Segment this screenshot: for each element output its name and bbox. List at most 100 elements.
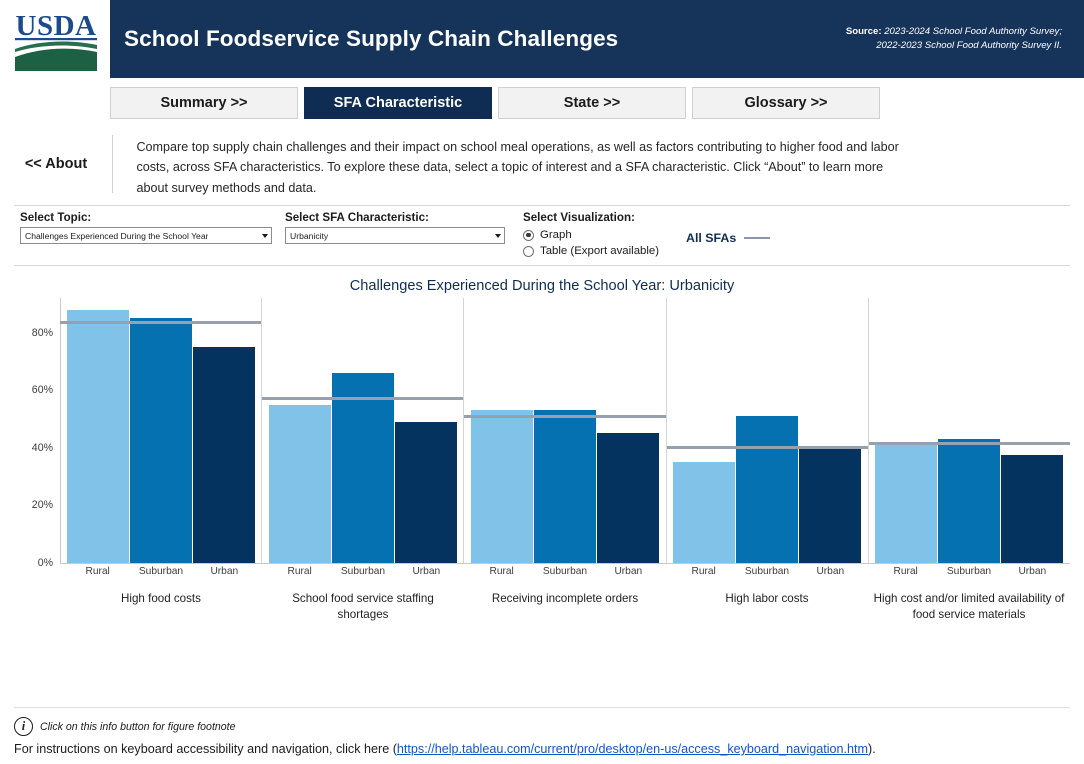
about-link[interactable]: << About [0, 133, 112, 172]
tab-sfa-characteristic[interactable]: SFA Characteristic [304, 87, 492, 119]
characteristic-selected-value: Urbanicity [290, 230, 329, 241]
visualization-label: Select Visualization: [523, 211, 635, 224]
bar-group [463, 298, 666, 563]
characteristic-label: Select SFA Characteristic: [285, 211, 429, 224]
x-axis-sub-label: Suburban [542, 566, 588, 577]
tab-state[interactable]: State >> [498, 87, 686, 119]
topic-control: Select Topic: Challenges Experienced Dur… [20, 211, 272, 244]
radio-table[interactable]: Table (Export available) [523, 243, 659, 259]
all-sfas-reference-line [868, 441, 1071, 445]
tab-bar: Summary >> SFA Characteristic State >> G… [0, 78, 1084, 125]
usda-logo-icon: USDA [7, 5, 105, 75]
radio-graph-icon [523, 229, 534, 241]
bar-group [261, 298, 464, 563]
control-panel: Select Topic: Challenges Experienced Dur… [14, 205, 1070, 266]
usda-logo: USDA [0, 0, 110, 78]
bar-group-bars [464, 298, 665, 563]
about-description: Compare top supply chain challenges and … [136, 140, 899, 195]
bar-group-bars [869, 298, 1070, 563]
bar-rural[interactable] [673, 462, 736, 563]
tab-glossary[interactable]: Glossary >> [692, 87, 880, 119]
header-bar: School Foodservice Supply Chain Challeng… [110, 0, 1084, 78]
bar-rural[interactable] [66, 309, 129, 563]
keyboard-text-after: ). [868, 742, 876, 756]
bar-suburban[interactable] [736, 416, 799, 563]
info-icon[interactable]: i [14, 717, 33, 736]
page-footer: i Click on this info button for figure f… [0, 707, 1084, 764]
bar-urban[interactable] [799, 449, 862, 563]
chevron-down-icon [262, 233, 268, 238]
x-axis-sub-label: Suburban [340, 566, 386, 577]
x-axis-category-label: High food costs [121, 592, 201, 605]
page-title: School Foodservice Supply Chain Challeng… [124, 26, 619, 51]
x-axis-sub-label: Urban [412, 566, 441, 577]
all-sfas-reference-line [666, 446, 868, 450]
about-section: << About Compare top supply chain challe… [0, 125, 1084, 195]
x-axis-labels: Rural Suburban Urban High food costs Rural Su… [60, 566, 1070, 622]
all-sfas-legend: All SFAs [686, 231, 771, 245]
footer-divider [14, 707, 1070, 708]
page-header: USDA School Foodservice Supply Chain Cha… [0, 0, 1084, 78]
radio-table-label: Table (Export available) [540, 245, 660, 257]
characteristic-control: Select SFA Characteristic: Urbanicity [285, 211, 505, 244]
x-axis-sub-label: Urban [614, 566, 643, 577]
bar-group-bars [60, 298, 261, 563]
chevron-down-icon [495, 233, 501, 238]
radio-table-icon [523, 245, 534, 257]
x-axis-sub-label: Rural [893, 566, 918, 577]
x-axis-category-label: School food service staffing shortages [292, 592, 434, 621]
bar-groups [60, 298, 1071, 563]
bar-rural[interactable] [268, 404, 331, 563]
bar-group-bars [667, 298, 868, 563]
source-citation: Source: 2023-2024 School Food Authority … [846, 25, 1070, 53]
y-axis-tick: 60% [31, 384, 53, 397]
x-axis-sub-label: Rural [489, 566, 514, 577]
tab-summary[interactable]: Summary >> [110, 87, 298, 119]
keyboard-instructions: For instructions on keyboard accessibili… [14, 742, 1070, 756]
bar-rural[interactable] [875, 442, 938, 563]
x-axis-sub-label: Urban [210, 566, 239, 577]
all-sfas-reference-line [262, 397, 464, 401]
x-axis-group: Rural Suburban Urban School food service st… [262, 566, 464, 622]
keyboard-navigation-link[interactable]: https://help.tableau.com/current/pro/des… [397, 742, 868, 756]
x-axis-sub-label: Suburban [744, 566, 790, 577]
legend-line-swatch [744, 236, 771, 240]
bar-urban[interactable] [394, 421, 457, 563]
bar-suburban[interactable] [534, 410, 596, 563]
x-axis-line [60, 563, 1070, 564]
x-axis-group: Rural Suburban Urban High cost and/or limit… [868, 566, 1070, 622]
all-sfas-reference-line [464, 414, 666, 418]
topic-selected-value: Challenges Experienced During the School… [25, 230, 209, 241]
x-axis-sub-label: Suburban [138, 566, 184, 577]
keyboard-text-before: For instructions on keyboard accessibili… [14, 742, 397, 756]
bar-group [665, 298, 868, 563]
bar-group [60, 298, 262, 563]
x-axis-group: Rural Suburban Urban High labor costs [666, 566, 868, 622]
y-axis-tick: 0% [37, 557, 53, 569]
x-axis-sub-label: Rural [287, 566, 312, 577]
bar-group-bars [262, 298, 463, 563]
legend-label: All SFAs [686, 231, 737, 245]
x-axis-sub-label: Suburban [946, 566, 992, 577]
bar-suburban[interactable] [331, 372, 394, 563]
bar-urban[interactable] [1001, 454, 1064, 563]
bar-suburban[interactable] [129, 318, 192, 563]
radio-graph[interactable]: Graph [523, 227, 659, 243]
all-sfas-reference-line [60, 320, 262, 324]
visualization-control: Select Visualization: Graph Table (Expor… [523, 211, 659, 259]
x-axis-category-label: High labor costs [725, 592, 809, 605]
y-axis-tick: 80% [31, 326, 53, 339]
bar-suburban[interactable] [938, 439, 1001, 563]
bar-group [867, 298, 1071, 563]
characteristic-select[interactable]: Urbanicity [285, 227, 505, 244]
topic-select[interactable]: Challenges Experienced During the School… [20, 227, 272, 244]
bar-rural[interactable] [470, 410, 533, 563]
plot-region: 0% 20% 40% 60% 80% [32, 298, 1071, 569]
x-axis-group: Rural Suburban Urban Receiving incomplete o… [464, 566, 666, 622]
source-line-2: 2022-2023 School Food Authority Survey I… [876, 40, 1062, 51]
chart-title: Challenges Experienced During the School… [349, 278, 735, 294]
bar-urban[interactable] [192, 346, 255, 563]
source-label: Source: [845, 26, 882, 38]
x-axis-category-label: Receiving incomplete orders [491, 592, 639, 605]
bar-urban[interactable] [597, 433, 660, 563]
